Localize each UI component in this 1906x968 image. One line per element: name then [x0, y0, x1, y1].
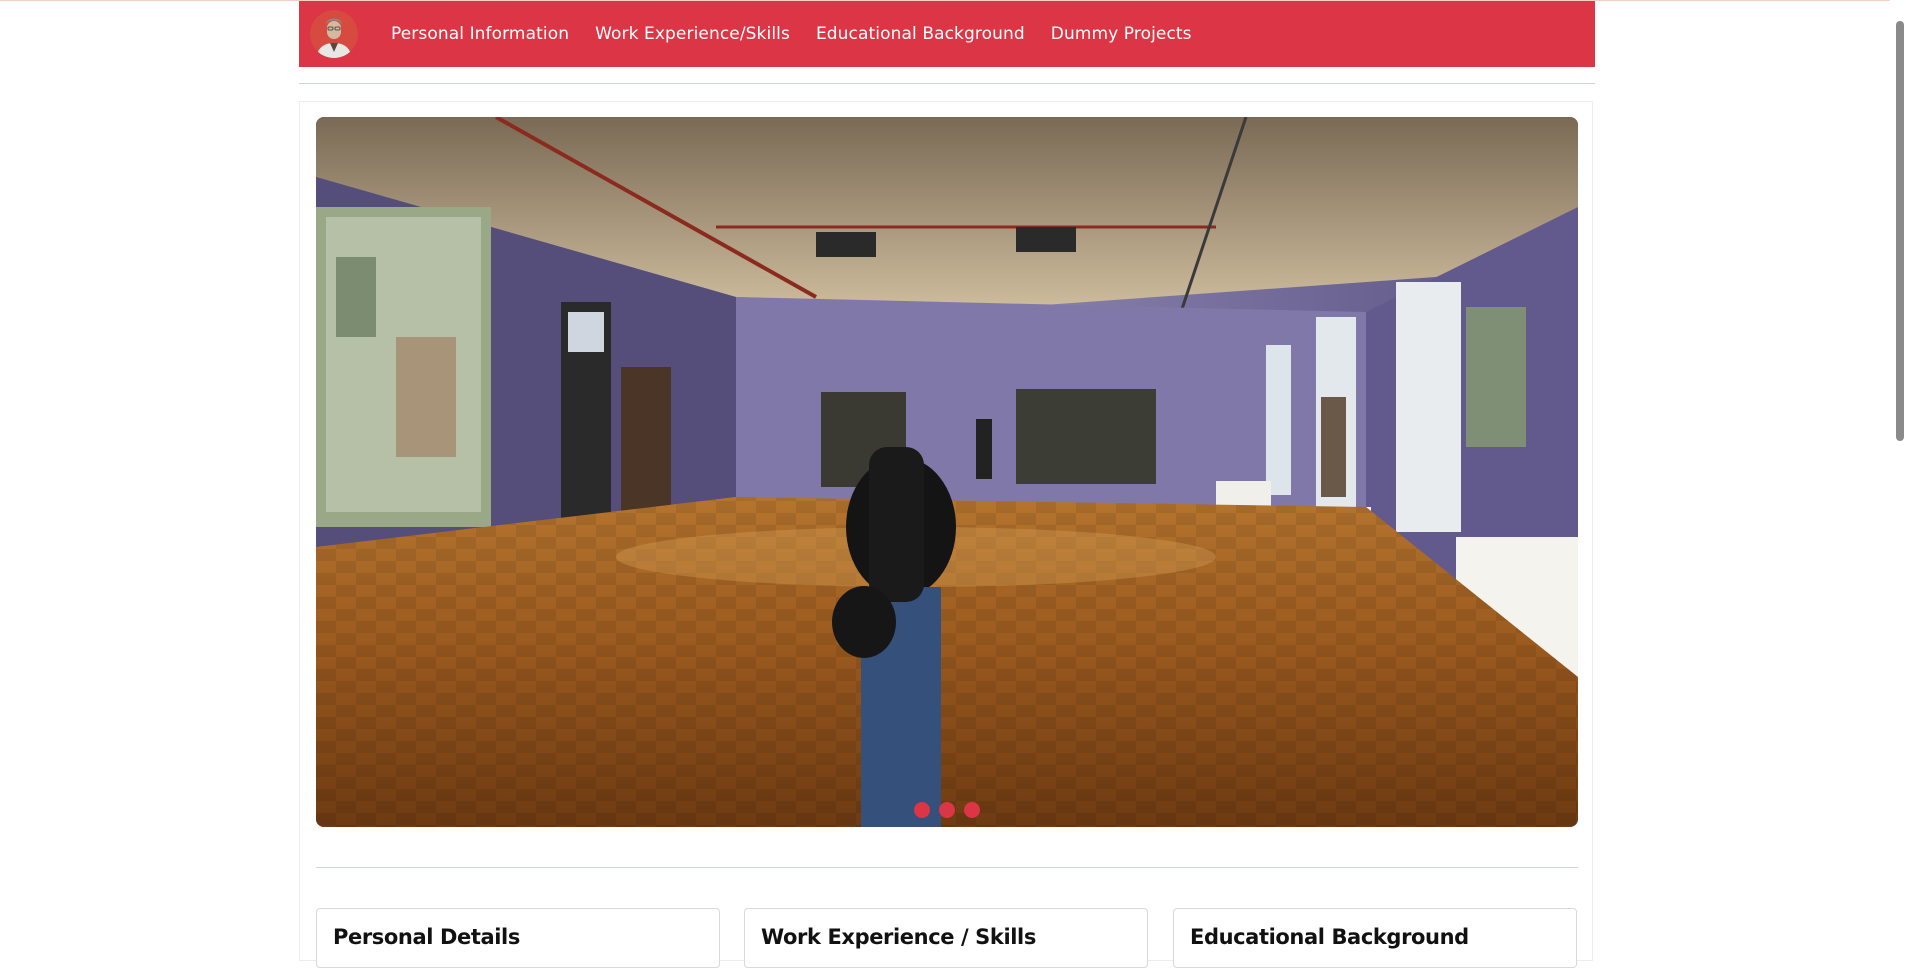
scrollbar-thumb[interactable]: [1896, 21, 1904, 441]
section-divider: [316, 867, 1578, 868]
top-navbar: Personal Information Work Experience/Ski…: [299, 1, 1595, 67]
nav-link-educational-background[interactable]: Educational Background: [816, 24, 1025, 44]
nav-menu: Personal Information Work Experience/Ski…: [391, 24, 1218, 44]
educational-background-card-title: Educational Background: [1190, 925, 1469, 949]
profile-avatar-image: [310, 10, 358, 58]
vertical-scrollbar[interactable]: [1890, 0, 1906, 943]
work-experience-card-title: Work Experience / Skills: [761, 925, 1036, 949]
image-carousel[interactable]: [316, 117, 1578, 827]
carousel-indicator-1[interactable]: [914, 802, 930, 818]
nav-link-dummy-projects[interactable]: Dummy Projects: [1051, 24, 1192, 44]
carousel-indicators: [316, 802, 1578, 818]
carousel-slide-image: [316, 117, 1578, 827]
personal-details-card[interactable]: Personal Details: [316, 908, 720, 968]
nav-divider: [299, 83, 1595, 84]
carousel-indicator-2[interactable]: [939, 802, 955, 818]
work-experience-card[interactable]: Work Experience / Skills: [744, 908, 1148, 968]
educational-background-card[interactable]: Educational Background: [1173, 908, 1577, 968]
profile-avatar[interactable]: [310, 10, 358, 58]
nav-link-work-experience-skills[interactable]: Work Experience/Skills: [595, 24, 790, 44]
carousel-indicator-3[interactable]: [964, 802, 980, 818]
personal-details-card-title: Personal Details: [333, 925, 520, 949]
nav-link-personal-information[interactable]: Personal Information: [391, 24, 569, 44]
